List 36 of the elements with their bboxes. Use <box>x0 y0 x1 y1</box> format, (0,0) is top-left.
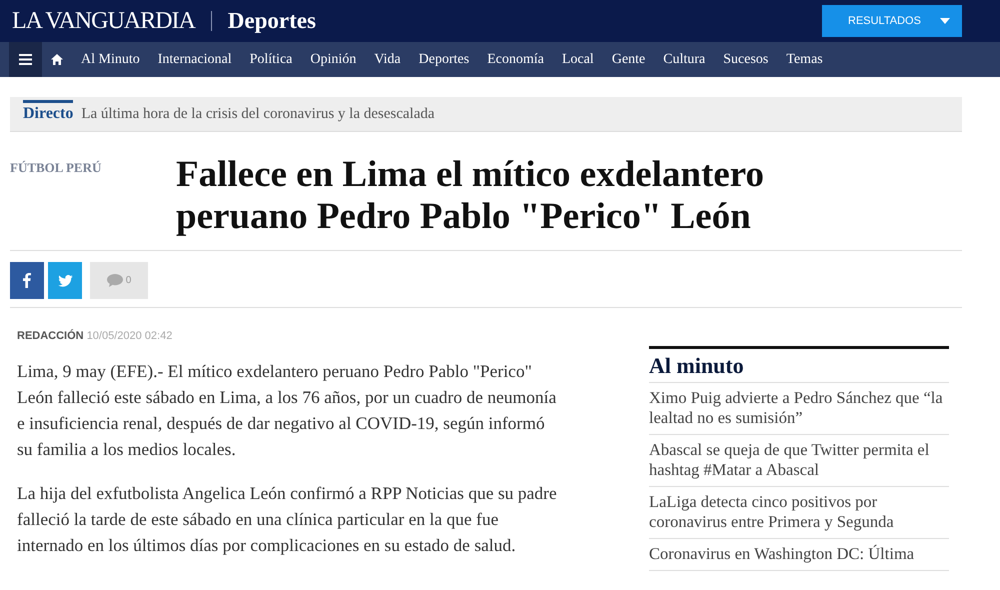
menu-icon <box>19 54 32 65</box>
live-label[interactable]: Directo <box>23 100 74 122</box>
facebook-icon <box>23 273 31 288</box>
nav-link[interactable]: Economía <box>478 52 553 68</box>
author: REDACCIÓN <box>17 330 84 342</box>
live-link[interactable]: La última hora de la crisis del coronavirus y la desescalada <box>81 106 435 122</box>
nav-link[interactable]: Sucesos <box>714 52 778 68</box>
nav-link[interactable]: Temas <box>777 52 832 68</box>
twitter-button[interactable] <box>48 262 82 299</box>
publish-date: 10/05/2020 02:42 <box>86 330 172 342</box>
category-label[interactable]: FÚTBOL PERÚ <box>10 154 176 238</box>
bird-icon <box>58 274 72 286</box>
nav-link[interactable]: Cultura <box>654 52 714 68</box>
menu-button[interactable] <box>9 42 42 77</box>
section-title[interactable]: Deportes <box>228 8 316 34</box>
caret-icon <box>940 18 950 24</box>
news-link[interactable]: Abascal se queja de que Twitter permita el hashtag #Matar a Abascal <box>649 435 949 487</box>
article-paragraph: Lima, 9 may (EFE).- El mítico exdelantero peruano Pedro Pablo "Perico" León falleció este sábado en Lima, a los 76 años, por un cuadro de neumonía e insuficiencia renal, después de dar negativo al COVID-19, según informó su familia a los medios locales. <box>17 360 557 461</box>
nav-link[interactable]: Política <box>240 52 302 68</box>
nav-link[interactable]: Vida <box>365 52 410 68</box>
article-title: Fallece en Lima el mítico exdelantero peruano Pedro Pablo "Perico" León <box>176 154 766 238</box>
facebook-button[interactable] <box>10 262 44 299</box>
news-link[interactable]: Coronavirus en Washington DC: Última <box>649 539 949 571</box>
nav-link[interactable]: Deportes <box>410 52 478 68</box>
home-icon <box>51 54 63 65</box>
news-link[interactable]: Ximo Puig advierte a Pedro Sánchez que “la lealtad no es sumisión” <box>649 383 949 435</box>
nav-link[interactable]: Gente <box>602 52 654 68</box>
nav-link[interactable]: Internacional <box>148 52 241 68</box>
speech-bubble-icon <box>106 274 123 287</box>
sidebar-title: Al minuto <box>649 349 949 383</box>
nav-link[interactable]: Local <box>552 52 603 68</box>
news-link[interactable]: LaLiga detecta cinco positivos por coronavirus entre Primera y Segunda <box>649 487 949 539</box>
nav-link[interactable]: Opinión <box>301 52 366 68</box>
nav-link[interactable]: Al Minuto <box>72 52 149 68</box>
site-logo[interactable]: LA VANGUARDIA <box>12 8 195 34</box>
article-paragraph: La hija del exfutbolista Angelica León confirmó a RPP Noticias que su padre falleció la tarde de este sábado en una clínica particular en la que fue internado en los últimos días por complicaciones en su estado de salud. <box>17 482 557 557</box>
